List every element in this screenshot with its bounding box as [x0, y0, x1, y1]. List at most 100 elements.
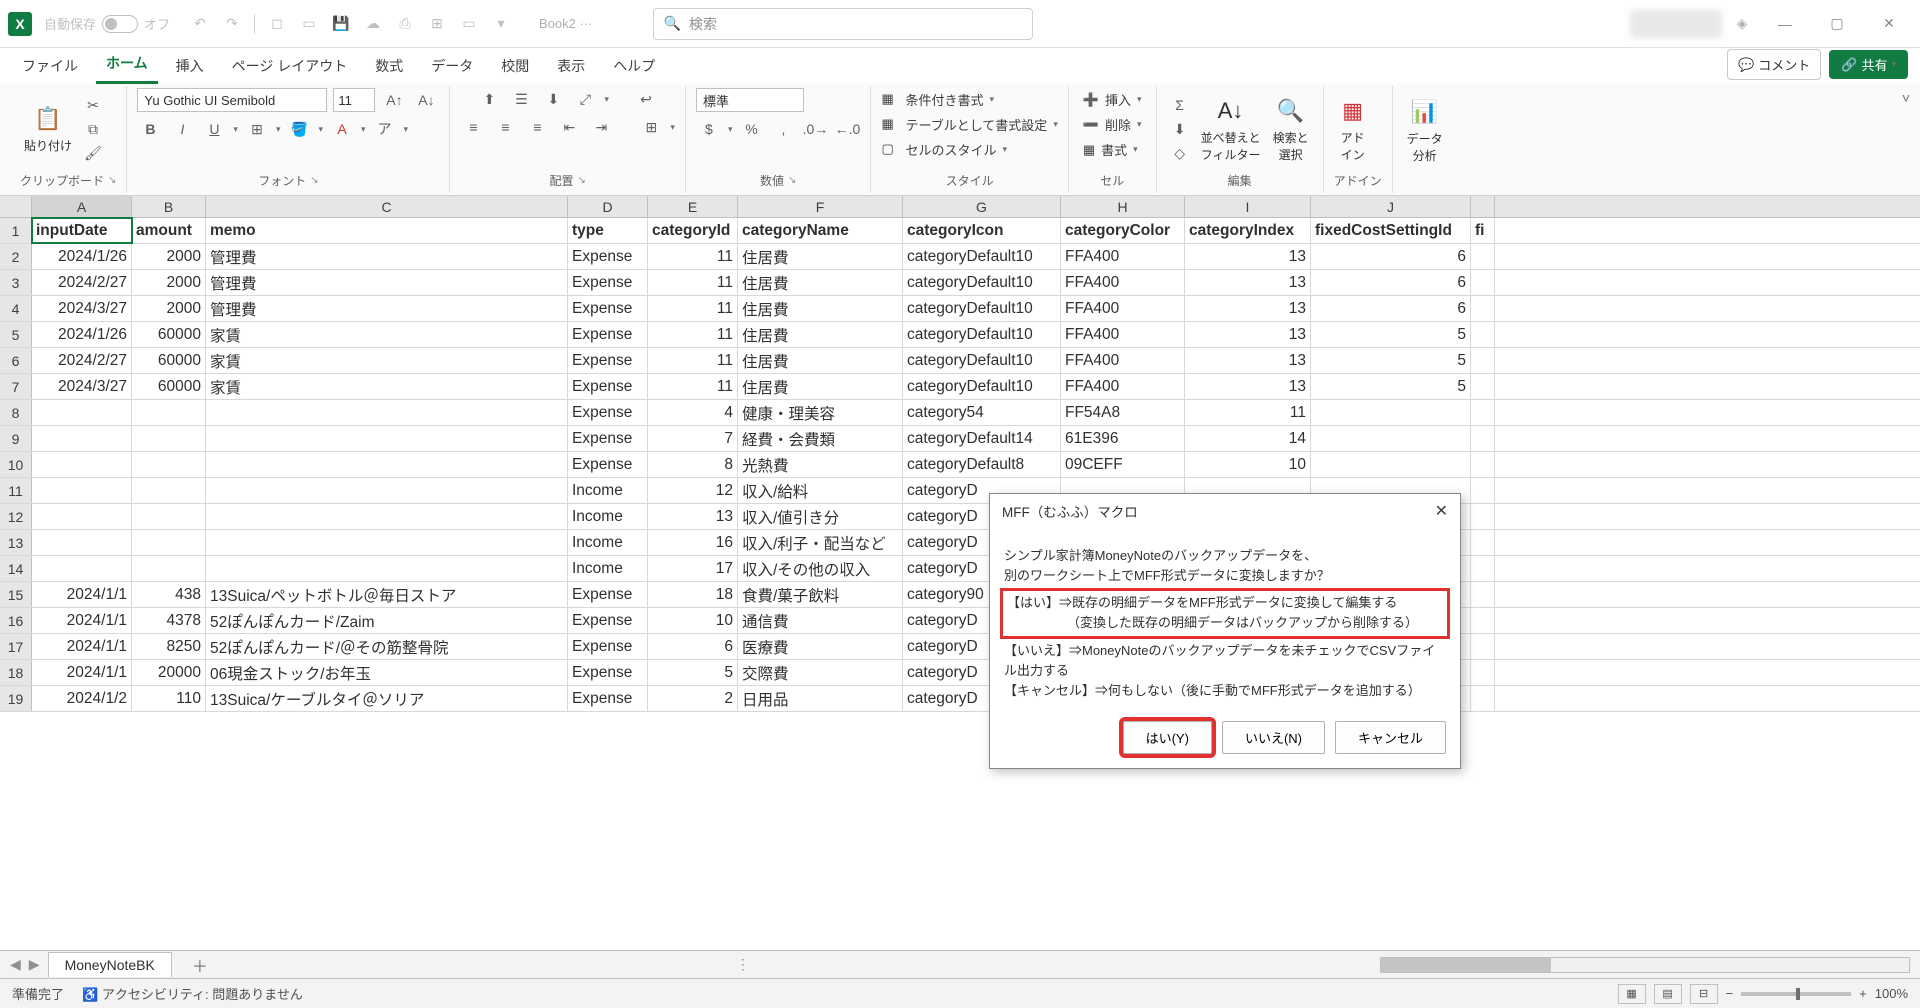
- cell[interactable]: [206, 452, 568, 477]
- underline-button[interactable]: U: [201, 118, 227, 140]
- tab-data[interactable]: データ: [421, 48, 483, 84]
- cell[interactable]: 住居費: [738, 348, 903, 373]
- inc-decimal-button[interactable]: .0→: [802, 118, 828, 140]
- qat-button[interactable]: ⎙: [391, 10, 419, 38]
- cell[interactable]: 5: [1311, 374, 1471, 399]
- sheet-nav-next[interactable]: ▶: [29, 956, 40, 973]
- cell[interactable]: Income: [568, 504, 648, 529]
- row-header[interactable]: 19: [0, 686, 32, 711]
- comma-button[interactable]: ,: [770, 118, 796, 140]
- cut-button[interactable]: ✂: [80, 94, 106, 116]
- align-bottom-button[interactable]: ⬇: [540, 88, 566, 110]
- cell[interactable]: 18: [648, 582, 738, 607]
- select-all-button[interactable]: [0, 196, 32, 217]
- cell[interactable]: 住居費: [738, 296, 903, 321]
- cell[interactable]: [1471, 608, 1495, 633]
- col-header-H[interactable]: H: [1061, 196, 1185, 217]
- cell[interactable]: 5: [1311, 348, 1471, 373]
- view-page-break-button[interactable]: ⊟: [1690, 984, 1718, 1004]
- copy-button[interactable]: ⧉: [80, 118, 106, 140]
- cell[interactable]: 8250: [132, 634, 206, 659]
- new-button[interactable]: ◻: [263, 10, 291, 38]
- redo-button[interactable]: ↷: [218, 10, 246, 38]
- toggle-icon[interactable]: [102, 15, 138, 33]
- col-header-G[interactable]: G: [903, 196, 1061, 217]
- align-right-button[interactable]: ≡: [524, 116, 550, 138]
- indent-inc-button[interactable]: ⇥: [588, 116, 614, 138]
- cell[interactable]: [206, 426, 568, 451]
- row-header[interactable]: 6: [0, 348, 32, 373]
- cell[interactable]: 6: [1311, 244, 1471, 269]
- shrink-font-button[interactable]: A↓: [413, 89, 439, 111]
- percent-button[interactable]: %: [738, 118, 764, 140]
- cell[interactable]: 2024/1/26: [32, 322, 132, 347]
- cell[interactable]: FFA400: [1061, 244, 1185, 269]
- cell[interactable]: 13Suica/ペットボトル＠毎日ストア: [206, 582, 568, 607]
- cell[interactable]: 11: [648, 244, 738, 269]
- row-header[interactable]: 5: [0, 322, 32, 347]
- cell[interactable]: category54: [903, 400, 1061, 425]
- col-header-D[interactable]: D: [568, 196, 648, 217]
- cell[interactable]: categoryDefault10: [903, 374, 1061, 399]
- cell[interactable]: [1471, 400, 1495, 425]
- row-header[interactable]: 16: [0, 608, 32, 633]
- dec-decimal-button[interactable]: ←.0: [834, 118, 860, 140]
- cell[interactable]: 11: [648, 296, 738, 321]
- format-as-table-button[interactable]: ▦テーブルとして書式設定▾: [881, 113, 1057, 136]
- cell[interactable]: 2000: [132, 244, 206, 269]
- orientation-button[interactable]: ⤢: [572, 88, 598, 110]
- cell[interactable]: Income: [568, 478, 648, 503]
- align-center-button[interactable]: ≡: [492, 116, 518, 138]
- cell[interactable]: [1471, 374, 1495, 399]
- cell[interactable]: [1471, 530, 1495, 555]
- col-header-E[interactable]: E: [648, 196, 738, 217]
- data-analysis-button[interactable]: 📊 データ 分析: [1403, 95, 1447, 166]
- col-header-C[interactable]: C: [206, 196, 568, 217]
- cell[interactable]: [1471, 270, 1495, 295]
- cell[interactable]: FFA400: [1061, 296, 1185, 321]
- cell[interactable]: Expense: [568, 634, 648, 659]
- merge-button[interactable]: ⊞: [638, 116, 664, 138]
- cell[interactable]: 光熱費: [738, 452, 903, 477]
- row-header[interactable]: 11: [0, 478, 32, 503]
- cell[interactable]: 住居費: [738, 374, 903, 399]
- cell[interactable]: [1471, 348, 1495, 373]
- cell[interactable]: [32, 452, 132, 477]
- cell[interactable]: 11: [648, 348, 738, 373]
- cell[interactable]: 13: [1185, 270, 1311, 295]
- qat-button[interactable]: ⊞: [423, 10, 451, 38]
- row-header[interactable]: 14: [0, 556, 32, 581]
- cell[interactable]: categoryDefault10: [903, 322, 1061, 347]
- cell[interactable]: 60000: [132, 374, 206, 399]
- cell[interactable]: 11: [648, 374, 738, 399]
- cell[interactable]: Expense: [568, 452, 648, 477]
- cell[interactable]: Expense: [568, 244, 648, 269]
- sheet-tab[interactable]: MoneyNoteBK: [48, 952, 172, 977]
- dialog-cancel-button[interactable]: キャンセル: [1335, 721, 1446, 754]
- cell[interactable]: [206, 400, 568, 425]
- cell-styles-button[interactable]: ▢セルのスタイル▾: [881, 138, 1007, 161]
- cell[interactable]: 2024/2/27: [32, 348, 132, 373]
- cell[interactable]: [1311, 426, 1471, 451]
- col-header-more[interactable]: [1471, 196, 1495, 217]
- horizontal-scrollbar[interactable]: [1380, 957, 1910, 973]
- qat-button[interactable]: ▭: [455, 10, 483, 38]
- close-button[interactable]: ✕: [1866, 8, 1912, 40]
- cell[interactable]: 管理費: [206, 270, 568, 295]
- cell[interactable]: [1471, 686, 1495, 711]
- phonetic-button[interactable]: ア: [372, 118, 398, 140]
- zoom-slider[interactable]: [1741, 992, 1851, 996]
- cell[interactable]: [1311, 400, 1471, 425]
- accounting-button[interactable]: $: [696, 118, 722, 140]
- cell[interactable]: [132, 478, 206, 503]
- cell[interactable]: Expense: [568, 270, 648, 295]
- cell[interactable]: 20000: [132, 660, 206, 685]
- cell[interactable]: 60000: [132, 322, 206, 347]
- cell[interactable]: 13: [1185, 348, 1311, 373]
- cell[interactable]: 日用品: [738, 686, 903, 711]
- cell[interactable]: [132, 556, 206, 581]
- cell[interactable]: Expense: [568, 348, 648, 373]
- sheets-menu[interactable]: ⋮: [736, 956, 750, 973]
- cell[interactable]: 13: [1185, 322, 1311, 347]
- font-size-select[interactable]: 11: [333, 88, 375, 112]
